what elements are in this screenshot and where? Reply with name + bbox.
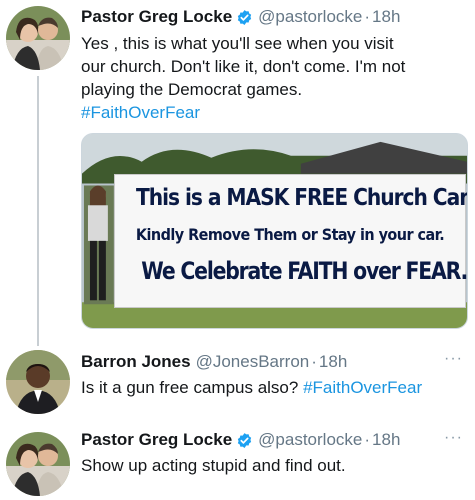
tweet-text-line: playing the Democrat games. [81, 80, 303, 99]
separator-dot: · [364, 430, 371, 449]
avatar-image [6, 6, 70, 70]
avatar[interactable] [6, 432, 70, 496]
tweet-text-line: our church. Don't like it, don't come. I… [81, 57, 406, 76]
sign-line: We Celebrate FAITH over FEAR. [141, 257, 468, 285]
hashtag-link[interactable]: #FaithOverFear [81, 103, 200, 122]
avatar-image [6, 432, 70, 496]
separator-dot: · [311, 352, 317, 371]
author-handle[interactable]: @pastorlocke [258, 430, 362, 450]
timestamp[interactable]: 18h [372, 430, 400, 450]
hashtag-link[interactable]: #FaithOverFear [303, 378, 422, 397]
avatar[interactable] [6, 350, 70, 414]
author-name[interactable]: Pastor Greg Locke [81, 7, 232, 27]
tweet-text-line: Yes , this is what you'll see when you v… [81, 34, 394, 53]
tweet-3[interactable]: Pastor Greg Locke @pastorlocke · 18h ···… [0, 424, 475, 500]
separator-dot: · [364, 7, 371, 26]
avatar-image [6, 350, 70, 414]
timestamp[interactable]: 18h [319, 352, 347, 372]
verified-badge-icon [238, 9, 252, 25]
tweet-2[interactable]: Barron Jones @JonesBarron · 18h ··· Is i… [0, 340, 475, 424]
sign-line: Kindly Remove Them or Stay in your car. [135, 225, 445, 244]
author-name[interactable]: Barron Jones [81, 352, 191, 372]
avatar[interactable] [6, 6, 70, 70]
tweet-text-content: Show up acting stupid and find out. [81, 456, 346, 475]
tweet-text: Yes , this is what you'll see when you v… [81, 32, 471, 124]
author-name[interactable]: Pastor Greg Locke [81, 430, 232, 450]
author-handle[interactable]: @pastorlocke [258, 7, 362, 27]
more-horizontal-icon[interactable]: ··· [444, 350, 463, 368]
sign-line: This is a MASK FREE Church Campus. [136, 185, 467, 211]
tweet-1[interactable]: Pastor Greg Locke @pastorlocke · 18h Yes… [0, 0, 475, 340]
verified-badge-icon [238, 432, 252, 448]
church-sign: This is a MASK FREE Church Campus. Kindl… [114, 174, 468, 308]
more-horizontal-icon[interactable]: ··· [444, 429, 463, 447]
tweet-photo[interactable]: This is a MASK FREE Church Campus. Kindl… [81, 133, 468, 329]
tweet-text: Show up acting stupid and find out. [81, 454, 471, 477]
author-handle[interactable]: @JonesBarron [196, 352, 310, 372]
tweet-header: Barron Jones @JonesBarron · 18h [81, 352, 347, 372]
timestamp[interactable]: 18h [372, 7, 400, 27]
tweet-header: Pastor Greg Locke @pastorlocke · 18h [81, 430, 400, 450]
tweet-text-content: Is it a gun free campus also? [81, 378, 299, 397]
tweet-header: Pastor Greg Locke @pastorlocke · 18h [81, 7, 400, 27]
tweet-text: Is it a gun free campus also? #FaithOver… [81, 376, 471, 399]
